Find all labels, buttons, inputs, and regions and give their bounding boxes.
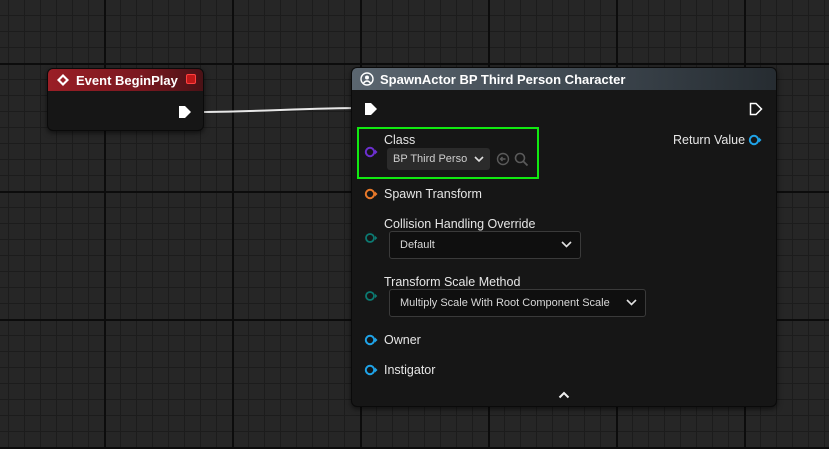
collision-handling-dropdown[interactable]: Default — [389, 231, 581, 259]
class-dropdown[interactable]: BP Third Perso — [387, 148, 490, 170]
class-pin-icon[interactable] — [364, 146, 378, 158]
instigator-pin-icon[interactable] — [364, 364, 378, 376]
spawn-node-title: SpawnActor BP Third Person Character — [380, 72, 626, 87]
spawn-transform-label: Spawn Transform — [384, 187, 482, 201]
chevron-down-icon — [626, 299, 637, 306]
return-value-pin-icon[interactable] — [748, 134, 762, 146]
spawn-node-header[interactable]: SpawnActor BP Third Person Character — [352, 68, 776, 90]
delegate-pin-icon[interactable] — [186, 74, 196, 84]
owner-pin-icon[interactable] — [364, 334, 378, 346]
transform-scale-method-value: Multiply Scale With Root Component Scale — [400, 297, 610, 309]
spawn-transform-pin-icon[interactable] — [364, 188, 378, 200]
browse-search-icon[interactable] — [514, 152, 529, 167]
chevron-up-icon[interactable] — [558, 391, 570, 399]
event-node-title: Event BeginPlay — [76, 73, 178, 88]
transform-scale-method-label: Transform Scale Method — [384, 275, 521, 289]
class-label: Class — [384, 133, 416, 147]
use-selected-icon[interactable] — [496, 152, 510, 166]
spawn-actor-node[interactable]: SpawnActor BP Third Person Character Cla… — [351, 67, 777, 407]
exec-in-pin[interactable] — [364, 102, 378, 116]
exec-out-pin[interactable] — [178, 105, 192, 119]
diamond-event-icon — [57, 74, 69, 86]
spawn-actor-icon — [360, 72, 374, 86]
instigator-label: Instigator — [384, 363, 436, 377]
chevron-down-icon — [474, 156, 484, 163]
transform-scale-method-dropdown[interactable]: Multiply Scale With Root Component Scale — [389, 289, 646, 317]
chevron-down-icon — [561, 241, 572, 248]
event-beginplay-node[interactable]: Event BeginPlay — [47, 68, 204, 131]
collision-handling-value: Default — [400, 239, 435, 251]
event-node-header[interactable]: Event BeginPlay — [48, 69, 203, 91]
collision-pin-icon[interactable] — [364, 232, 378, 244]
owner-label: Owner — [384, 333, 421, 347]
collision-handling-label: Collision Handling Override — [384, 217, 536, 231]
exec-out-pin[interactable] — [749, 102, 763, 116]
scale-method-pin-icon[interactable] — [364, 290, 378, 302]
return-value-label: Return Value — [673, 133, 746, 147]
class-dropdown-value: BP Third Perso — [393, 153, 468, 165]
